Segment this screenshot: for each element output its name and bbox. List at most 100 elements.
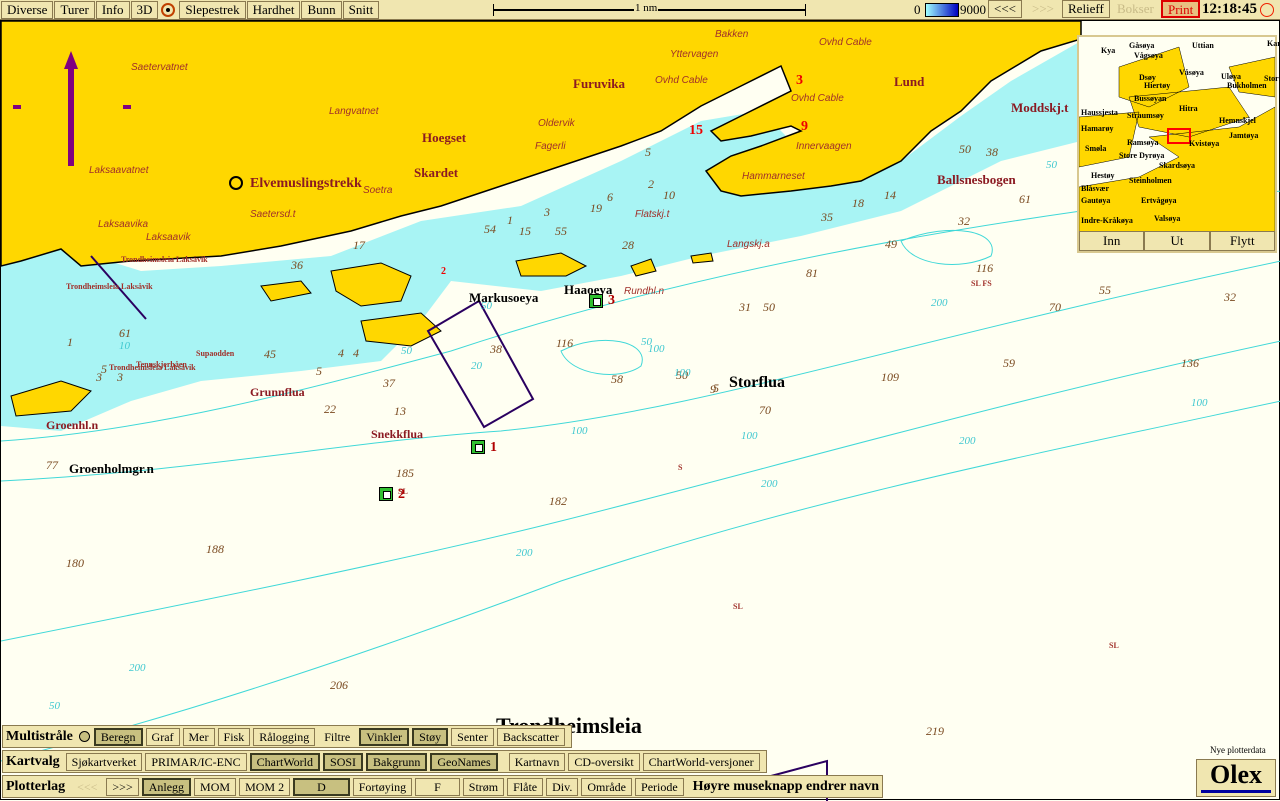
backscatter-button[interactable]: Backscatter	[496, 727, 565, 746]
tiny-label: SL	[1109, 641, 1119, 650]
contour-label: 200	[129, 662, 146, 674]
vinkler-button[interactable]: Vinkler	[359, 727, 410, 746]
depth-sounding: 38	[986, 145, 998, 159]
tiny-label: Supaodden	[196, 349, 235, 358]
name-label: Flatskj.t	[635, 209, 670, 220]
beregn-button[interactable]: Beregn	[93, 727, 143, 746]
minimap-label: Karlsøy	[1267, 39, 1280, 48]
snitt-button[interactable]: Snitt	[342, 0, 380, 19]
red-number: 2	[441, 266, 446, 277]
zoom-out-button[interactable]: Ut	[1144, 231, 1210, 251]
mom2-button[interactable]: MOM 2	[239, 777, 291, 796]
depth-sounding: 32	[1224, 290, 1236, 304]
diverse-button[interactable]: Diverse	[1, 0, 54, 19]
contour-label: 200	[761, 478, 778, 490]
chartworld-versjoner-button[interactable]: ChartWorld-versjoner	[642, 752, 760, 771]
anlegg-button[interactable]: Anlegg	[141, 777, 192, 796]
depth-sounding: 13	[394, 404, 406, 418]
scale-label: 1 nm	[634, 2, 659, 14]
depth-sounding: 55	[1099, 283, 1111, 297]
status-circle-icon	[78, 731, 90, 742]
tiny-label: SL FS	[971, 279, 992, 288]
f-button[interactable]: F	[415, 777, 460, 796]
red-number: 15	[689, 123, 703, 138]
name-label: Saetersd.t	[250, 209, 296, 220]
stoy-button[interactable]: Støy	[412, 727, 449, 746]
contour-label: 100	[648, 343, 665, 355]
d-button[interactable]: D	[293, 777, 350, 796]
minimap-label: Gautøya	[1081, 196, 1111, 205]
flate-button[interactable]: Flåte	[507, 777, 544, 796]
move-button[interactable]: Flytt	[1209, 231, 1275, 251]
fisk-button[interactable]: Fisk	[217, 727, 251, 746]
contour-label: 200	[931, 297, 948, 309]
minimap-label: Uløya	[1221, 72, 1241, 81]
olex-logo[interactable]: Olex	[1196, 759, 1276, 797]
omrade-button[interactable]: Område	[581, 777, 633, 796]
3d-button[interactable]: 3D	[130, 0, 159, 19]
scale-bar: 1 nm	[493, 2, 806, 16]
depth-sounding: 45	[264, 347, 276, 361]
prev-button[interactable]: <<<	[988, 0, 1022, 18]
depth-sounding: 136	[1181, 356, 1199, 370]
plotterlag-title: Plotterlag	[6, 778, 66, 794]
target-icon[interactable]	[161, 2, 176, 17]
zoom-in-button[interactable]: Inn	[1079, 231, 1145, 251]
clock: 12:18:45	[1202, 1, 1257, 17]
minimap-label: Hemnskjel	[1219, 116, 1256, 125]
depth-sounding: 3	[544, 205, 550, 219]
ralogging-button[interactable]: Rålogging	[253, 727, 316, 746]
mom-button[interactable]: MOM	[194, 777, 237, 796]
periode-button[interactable]: Periode	[635, 777, 684, 796]
island-label: Groenholmgr.n	[69, 461, 154, 476]
fortoying-button[interactable]: Fortøying	[352, 777, 413, 796]
sjokartverket-button[interactable]: Sjøkartverket	[65, 752, 143, 771]
strom-button[interactable]: Strøm	[462, 777, 505, 796]
kartvalg-title: Kartvalg	[6, 753, 60, 769]
sosi-button[interactable]: SOSI	[323, 752, 364, 771]
primar-button[interactable]: PRIMAR/IC-ENC	[145, 752, 247, 771]
senter-button[interactable]: Senter	[451, 727, 494, 746]
next-layer-button[interactable]: >>>	[106, 777, 139, 796]
depth-sounding: 109	[881, 370, 899, 384]
mer-button[interactable]: Mer	[182, 727, 215, 746]
info-button[interactable]: Info	[95, 0, 130, 19]
kartnavn-button[interactable]: Kartnavn	[508, 752, 566, 771]
minimap-label: Gåsøya	[1129, 41, 1155, 50]
bunn-button[interactable]: Bunn	[301, 0, 342, 19]
depth-sounding: 59	[1003, 356, 1015, 370]
depth-gradient[interactable]	[925, 3, 959, 17]
turer-button[interactable]: Turer	[54, 0, 95, 19]
minimap-label: Våsøya	[1179, 68, 1204, 77]
depth-sounding: 180	[66, 556, 84, 570]
depth-sounding: 116	[976, 261, 994, 275]
slepestrek-button[interactable]: Slepestrek	[179, 0, 246, 19]
place-label[interactable]: Elvemuslingstrekk	[250, 177, 362, 191]
minimap-label: Ertvågøya	[1141, 196, 1177, 205]
minimap-label: Uttian	[1192, 41, 1214, 50]
graf-button[interactable]: Graf	[145, 727, 180, 746]
overview-minimap[interactable]: GåsøyaKyaUttianVågsøyaKarlsøyDsøyVåsøyaU…	[1077, 35, 1280, 253]
contour-label: 200	[516, 547, 533, 559]
depth-sounding: 81	[806, 266, 818, 280]
cd-oversikt-button[interactable]: CD-oversikt	[568, 752, 640, 771]
name-label: Laksaavika	[98, 219, 149, 230]
div-button[interactable]: Div.	[546, 777, 579, 796]
place-label: Groenhl.n	[46, 418, 99, 432]
print-button[interactable]: Print	[1161, 0, 1201, 18]
depth-sounding: 15	[519, 224, 531, 238]
hardhet-button[interactable]: Hardhet	[246, 0, 301, 19]
geonames-button[interactable]: GeoNames	[430, 752, 498, 771]
marker-2[interactable]	[379, 487, 393, 501]
marker-3[interactable]	[589, 294, 603, 308]
depth-sounding: 22	[324, 402, 336, 416]
depth-sounding: 54	[484, 222, 496, 236]
bakgrunn-button[interactable]: Bakgrunn	[366, 752, 428, 771]
chartworld-button[interactable]: ChartWorld	[249, 752, 321, 771]
relief-button[interactable]: Relieff	[1062, 0, 1110, 18]
minimap-label: Vågsøya	[1134, 51, 1163, 60]
marker-1[interactable]	[471, 440, 485, 454]
plotterlag-toolbar: Plotterlag <<< >>> Anlegg MOM MOM 2 D Fo…	[2, 775, 883, 798]
depth-sounding: 5	[713, 381, 719, 395]
name-label: Fagerli	[535, 141, 566, 152]
